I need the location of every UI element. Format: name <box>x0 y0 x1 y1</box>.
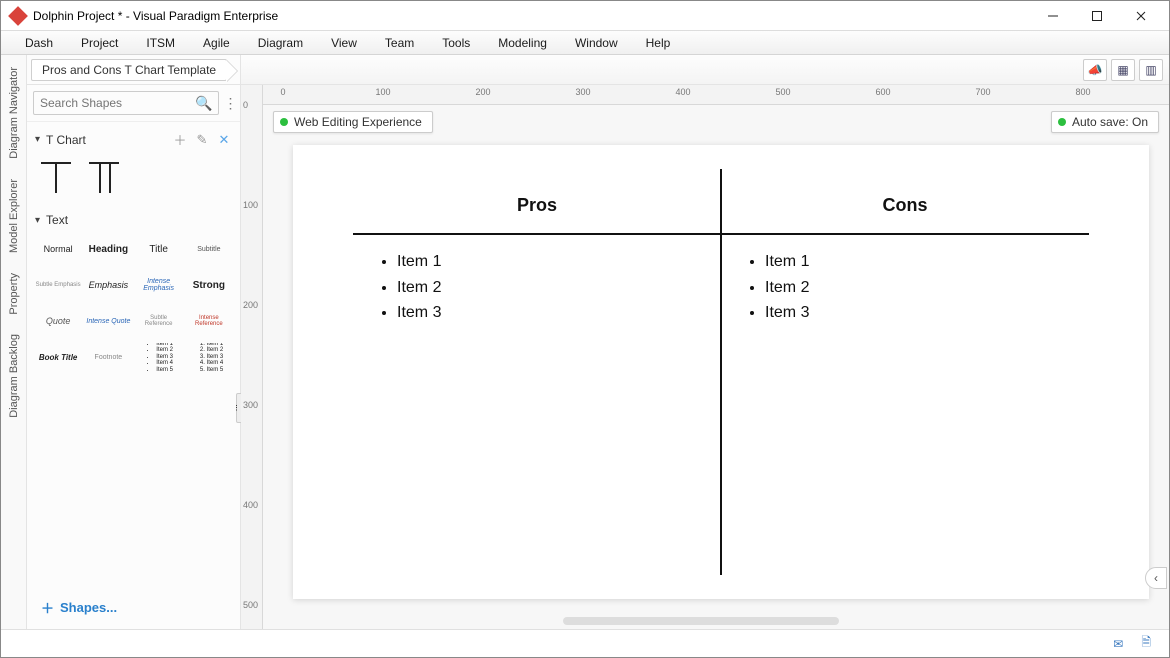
menu-window[interactable]: Window <box>561 36 632 50</box>
shape-tchart-double[interactable] <box>89 159 119 193</box>
mail-icon[interactable]: ✉ <box>1113 637 1123 651</box>
sidetab-diagram-backlog[interactable]: Diagram Backlog <box>6 328 22 428</box>
style-heading[interactable]: Heading <box>85 235 131 263</box>
window-title: Dolphin Project * - Visual Paradigm Ente… <box>33 9 1031 23</box>
style-subtle-reference[interactable]: Subtle Reference <box>136 307 182 335</box>
text-styles-grid: Normal Heading Title Subtitle Subtle Emp… <box>27 233 240 381</box>
menu-agile[interactable]: Agile <box>189 36 244 50</box>
style-normal[interactable]: Normal <box>35 235 81 263</box>
menu-bar: Dash Project ITSM Agile Diagram View Tea… <box>1 31 1169 55</box>
editor: 📣 ▦ ▥ 0 100 200 300 400 500 0 100 200 30… <box>241 55 1169 629</box>
group-head-tchart[interactable]: ▾ T Chart ＋ ✎ ✕ <box>27 124 240 155</box>
edit-icon[interactable]: ✎ <box>194 132 210 148</box>
sidetab-model-explorer[interactable]: Model Explorer <box>6 173 22 263</box>
group-label: T Chart <box>46 133 166 147</box>
tchart-body-right[interactable]: Item 1 Item 2 Item 3 <box>721 249 1089 326</box>
menu-itsm[interactable]: ITSM <box>132 36 189 50</box>
close-icon[interactable]: ✕ <box>216 132 232 148</box>
note-icon[interactable]: 🗎 <box>1141 633 1151 654</box>
close-button[interactable] <box>1119 1 1163 30</box>
tchart-body-left[interactable]: Item 1 Item 2 Item 3 <box>353 249 721 326</box>
breadcrumb-bar: Pros and Cons T Chart Template <box>27 55 240 85</box>
list-item[interactable]: Item 2 <box>765 275 1089 301</box>
canvas[interactable]: Web Editing Experience Auto save: On Pro… <box>263 105 1169 629</box>
title-bar: Dolphin Project * - Visual Paradigm Ente… <box>1 1 1169 31</box>
status-bar: ✉ 🗎 <box>1 629 1169 657</box>
tchart-head-left[interactable]: Pros <box>353 195 721 216</box>
tchart-head-right[interactable]: Cons <box>721 195 1089 216</box>
group-head-text[interactable]: ▾ Text <box>27 207 240 233</box>
style-number-list[interactable]: Item 1Item 2Item 3Item 4Item 5 <box>186 343 232 371</box>
style-intense-quote[interactable]: Intense Quote <box>85 307 131 335</box>
breadcrumb[interactable]: Pros and Cons T Chart Template <box>31 59 227 81</box>
badge-web-editing[interactable]: Web Editing Experience <box>273 111 433 133</box>
tchart[interactable]: Pros Cons Item 1 Item 2 Item 3 <box>353 169 1089 575</box>
sidetab-property[interactable]: Property <box>6 267 22 325</box>
new-diagram-icon[interactable]: ▥ <box>1139 59 1163 81</box>
layout-icon[interactable]: ▦ <box>1111 59 1135 81</box>
shape-tchart-single[interactable] <box>41 159 71 193</box>
style-footnote[interactable]: Footnote <box>85 343 131 371</box>
vertical-ruler: 0 100 200 300 400 500 <box>241 85 263 629</box>
expand-panel-icon[interactable]: ‹ <box>1145 567 1167 589</box>
style-strong[interactable]: Strong <box>186 271 232 299</box>
menu-team[interactable]: Team <box>371 36 428 50</box>
menu-view[interactable]: View <box>317 36 371 50</box>
style-emphasis[interactable]: Emphasis <box>85 271 131 299</box>
search-row: 🔍 ⋮ <box>27 85 240 122</box>
group-label: Text <box>46 213 232 227</box>
style-intense-emphasis[interactable]: Intense Emphasis <box>136 271 182 299</box>
search-box[interactable]: 🔍 <box>33 91 219 115</box>
plus-icon: ＋ <box>41 598 54 617</box>
page[interactable]: Pros Cons Item 1 Item 2 Item 3 <box>293 145 1149 599</box>
list-item[interactable]: Item 3 <box>765 300 1089 326</box>
menu-project[interactable]: Project <box>67 36 132 50</box>
chevron-down-icon: ▾ <box>35 134 40 145</box>
search-input[interactable] <box>40 96 195 110</box>
group-text: ▾ Text Normal Heading Title Subtitle Sub… <box>27 205 240 383</box>
shapes-panel: Pros and Cons T Chart Template 🔍 ⋮ ▾ T C… <box>27 55 241 629</box>
search-icon[interactable]: 🔍 <box>195 95 212 112</box>
style-bullet-list[interactable]: Item 1Item 2Item 3Item 4Item 5 <box>136 343 182 371</box>
group-tchart: ▾ T Chart ＋ ✎ ✕ <box>27 122 240 205</box>
toolbar: 📣 ▦ ▥ <box>241 55 1169 85</box>
style-intense-reference[interactable]: Intense Reference <box>186 307 232 335</box>
list-item[interactable]: Item 2 <box>397 275 721 301</box>
style-subtle-emphasis[interactable]: Subtle Emphasis <box>35 271 81 299</box>
add-icon[interactable]: ＋ <box>172 130 188 149</box>
panel-menu-icon[interactable]: ⋮ <box>223 95 237 112</box>
announce-icon[interactable]: 📣 <box>1083 59 1107 81</box>
tchart-vertical-line <box>720 169 722 575</box>
maximize-button[interactable] <box>1075 1 1119 30</box>
workspace: Diagram Navigator Model Explorer Propert… <box>1 55 1169 629</box>
minimize-button[interactable] <box>1031 1 1075 30</box>
style-subtitle[interactable]: Subtitle <box>186 235 232 263</box>
menu-dash[interactable]: Dash <box>11 36 67 50</box>
horizontal-ruler: 0 100 200 300 400 500 600 700 800 <box>263 85 1169 105</box>
list-item[interactable]: Item 3 <box>397 300 721 326</box>
menu-help[interactable]: Help <box>632 36 685 50</box>
app-logo-icon <box>8 6 28 26</box>
side-tabs: Diagram Navigator Model Explorer Propert… <box>1 55 27 629</box>
list-item[interactable]: Item 1 <box>765 249 1089 275</box>
menu-diagram[interactable]: Diagram <box>244 36 317 50</box>
shapes-link[interactable]: ＋ Shapes... <box>27 586 240 629</box>
style-title[interactable]: Title <box>136 235 182 263</box>
menu-modeling[interactable]: Modeling <box>484 36 561 50</box>
badge-autosave[interactable]: Auto save: On <box>1051 111 1159 133</box>
style-book-title[interactable]: Book Title <box>35 343 81 371</box>
sidetab-diagram-navigator[interactable]: Diagram Navigator <box>6 61 22 169</box>
menu-tools[interactable]: Tools <box>428 36 484 50</box>
list-item[interactable]: Item 1 <box>397 249 721 275</box>
style-quote[interactable]: Quote <box>35 307 81 335</box>
horizontal-scrollbar[interactable] <box>563 617 839 625</box>
chevron-down-icon: ▾ <box>35 215 40 226</box>
